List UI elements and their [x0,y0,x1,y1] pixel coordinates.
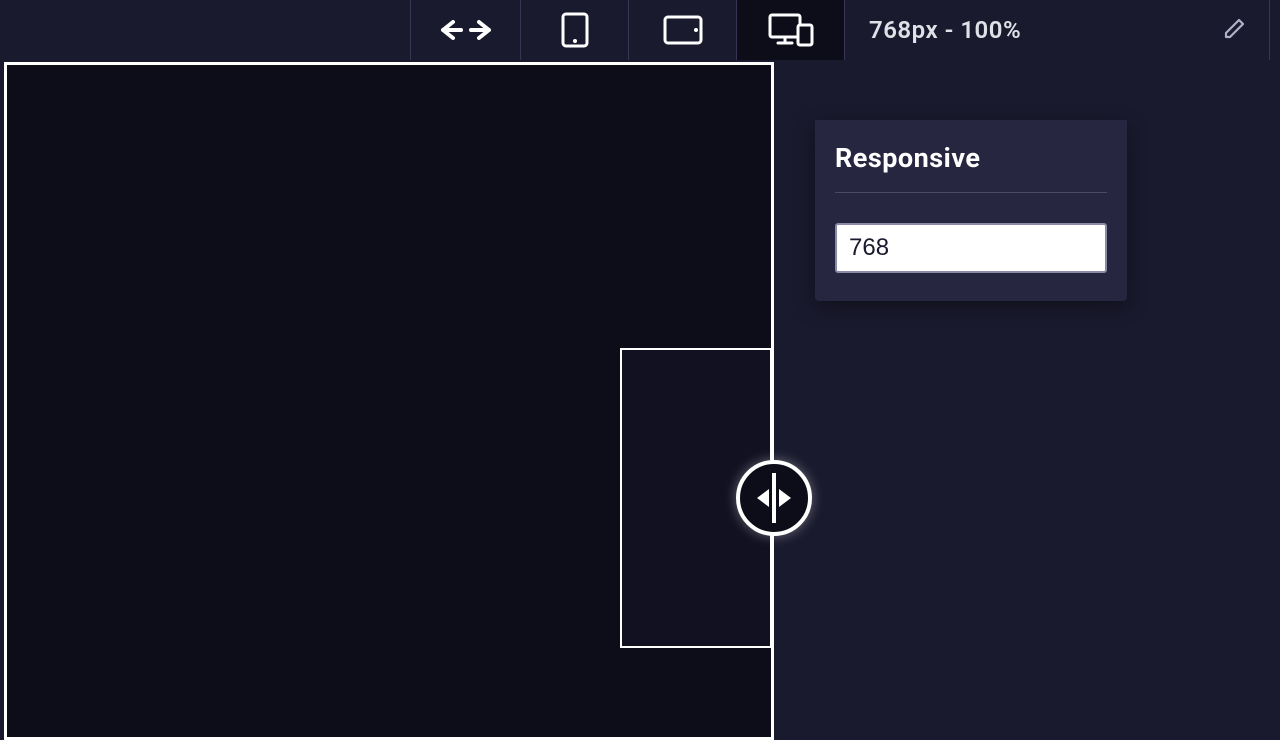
toolbar-spacer [0,0,410,60]
top-toolbar: 768px - 100% [0,0,1280,60]
history-arrows-button[interactable] [410,0,520,60]
device-tablet-button[interactable] [628,0,736,60]
arrows-left-right-icon [439,18,493,42]
edit-viewport-button[interactable] [1221,16,1249,44]
dropdown-title: Responsive [835,142,1107,174]
responsive-devices-icon [768,13,814,47]
phone-portrait-icon [561,12,589,48]
dropdown-divider [835,192,1107,193]
triangle-right-icon [777,487,793,509]
handle-divider [772,473,776,523]
viewport-status-text: 768px - 100% [869,16,1021,44]
device-responsive-button[interactable] [736,0,844,60]
device-phone-button[interactable] [520,0,628,60]
resize-handle[interactable] [736,460,812,536]
width-input[interactable] [835,223,1107,273]
responsive-dropdown: Responsive [815,120,1127,301]
viewport-status[interactable]: 768px - 100% [844,0,1270,60]
pencil-icon [1223,16,1247,44]
toolbar-end [1270,0,1280,60]
tablet-landscape-icon [663,15,703,45]
canvas-area: Responsive [0,60,1280,720]
triangle-left-icon [755,487,771,509]
